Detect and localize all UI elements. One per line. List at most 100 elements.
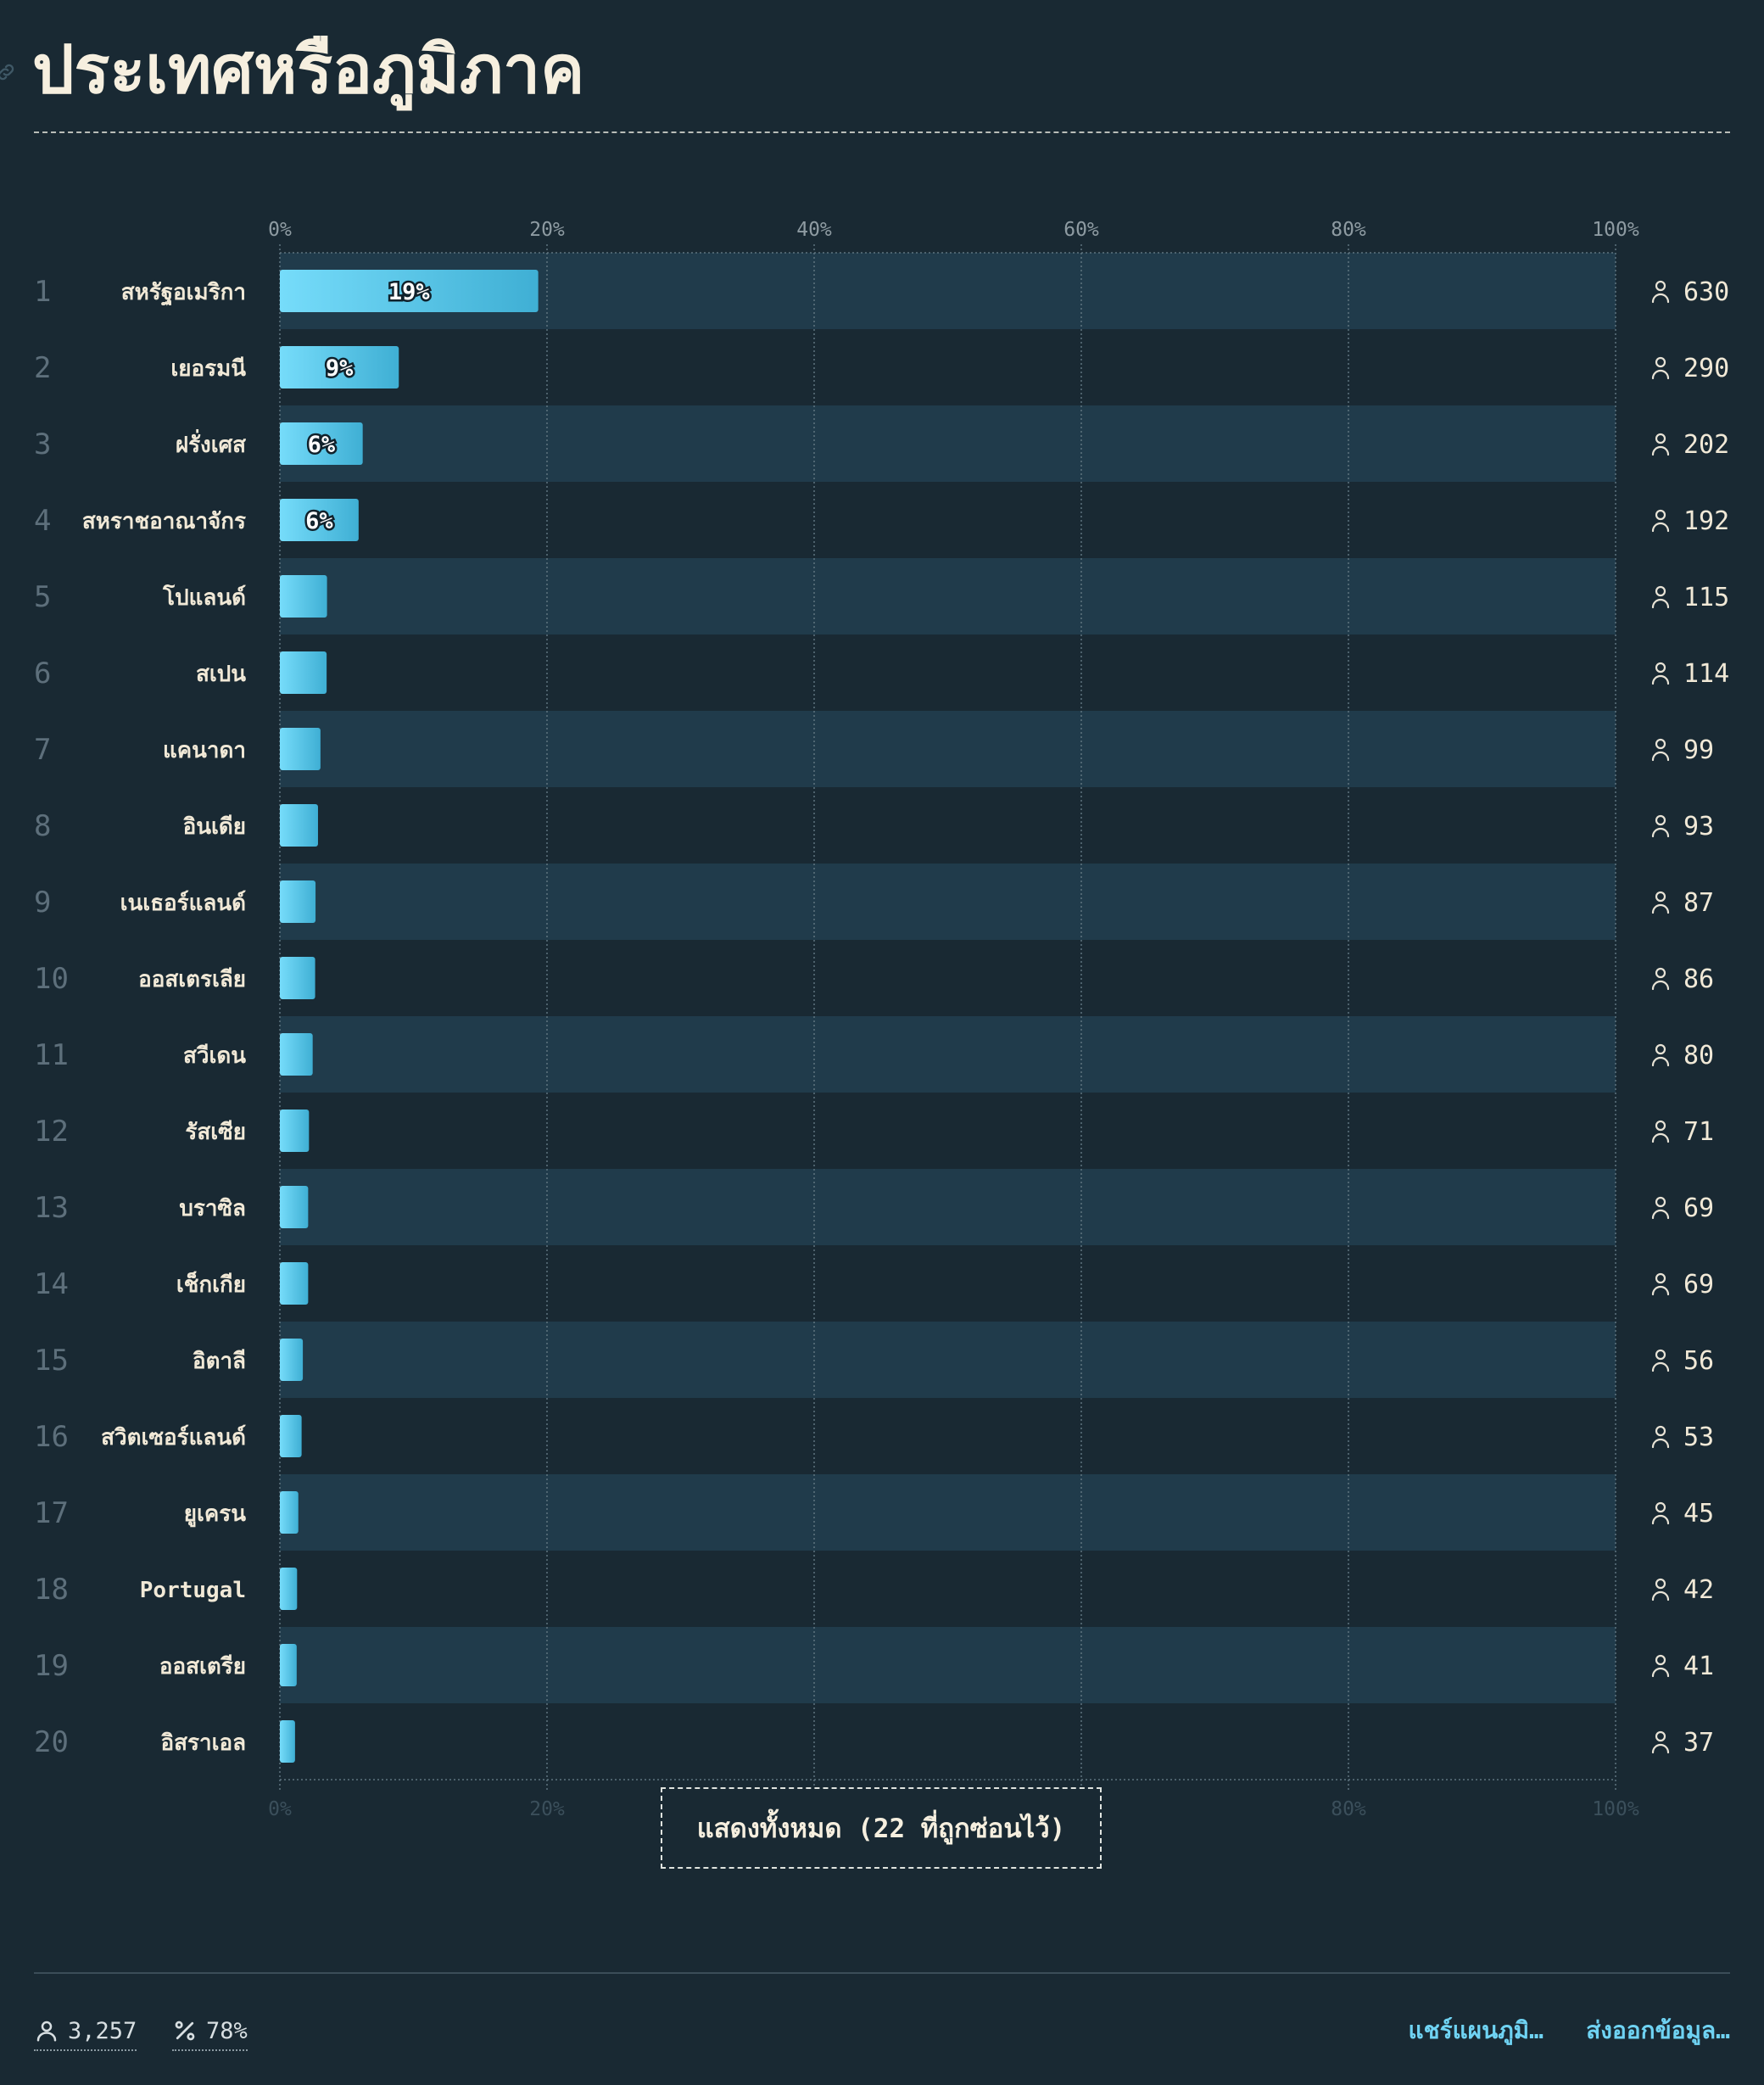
x-tick-label-top: 40% [796,219,832,241]
person-icon [1651,280,1670,304]
export-data-link[interactable]: ส่งออกข้อมูล… [1586,2012,1730,2049]
rank-label: 8 [34,809,51,843]
rank-label: 5 [34,580,51,614]
person-icon [36,2021,57,2042]
person-icon [1651,1425,1670,1449]
bar [280,957,315,999]
category-label: สวีเดน [183,1043,246,1069]
person-icon [1651,967,1670,991]
count-label: 45 [1683,1499,1714,1529]
count-label: 630 [1683,277,1729,307]
count-label: 41 [1683,1652,1714,1681]
count-label: 86 [1683,964,1714,994]
person-icon [1651,738,1670,762]
page: ประเทศหรือภูมิภาค 0% 20% 40% 60% 80% 100% 0% 2… [0,0,1764,2085]
chart-row: 12 รัสเซีย 71 [34,1110,1714,1152]
chart-row: 10 ออสเตรเลีย 86 [34,957,1714,999]
row-band [280,1322,1616,1398]
percent-value: 78% [206,2017,248,2044]
category-label: ฝรั่งเศส [176,428,246,458]
person-icon [1651,1272,1670,1296]
row-band [280,1016,1616,1093]
category-label: สเปน [196,662,246,687]
person-icon [1651,585,1670,609]
row-band [280,1627,1616,1703]
bar [280,880,316,923]
count-label: 37 [1683,1728,1714,1758]
person-icon [1651,433,1670,456]
rank-label: 4 [34,504,51,538]
rank-label: 16 [34,1420,69,1454]
rank-label: 9 [34,886,51,920]
total-people-stat[interactable]: 3,257 [34,2012,137,2051]
x-tick-label-bottom: 100% [1592,1798,1639,1820]
bar [280,1110,310,1152]
bar [280,1186,309,1228]
chart-row: 8 อินเดีย 93 [34,804,1714,847]
percent-stat[interactable]: 78% [172,2012,248,2051]
chart-row: 6 สเปน 114 [34,651,1729,694]
x-tick-label-bottom: 80% [1331,1798,1366,1820]
category-label: Portugal [140,1578,246,1603]
row-band [280,711,1616,787]
bar [280,1491,299,1534]
x-tick-label-top: 0% [268,219,292,241]
footer-divider [34,1972,1730,1974]
rank-label: 1 [34,275,51,309]
count-label: 99 [1683,735,1714,765]
person-icon [1651,891,1670,914]
category-label: บราซิล [179,1196,246,1221]
percent-icon [175,2021,195,2041]
row-band [280,558,1616,634]
person-icon [1651,1578,1670,1601]
person-icon [1651,1120,1670,1143]
category-label: เช็กเกีย [176,1271,246,1298]
category-label: อินเดีย [183,814,246,840]
person-icon [1651,1349,1670,1372]
count-label: 93 [1683,812,1714,841]
count-label: 56 [1683,1346,1714,1376]
share-chart-link[interactable]: แชร์แผนภูมิ… [1409,2012,1544,2049]
rank-label: 10 [34,962,69,996]
category-label: แคนาดา [163,738,246,763]
person-icon [1651,662,1670,685]
row-bands [280,253,1616,1703]
rank-label: 2 [34,351,51,385]
rank-label: 7 [34,733,51,767]
row-band [280,405,1616,482]
x-axis-top: 0% 20% 40% 60% 80% 100% [268,219,1639,241]
bar [280,575,327,618]
bar-percent-label: 6% [308,432,336,458]
x-tick-label-top: 60% [1063,219,1099,241]
count-label: 202 [1683,430,1729,460]
category-label: รัสเซีย [185,1120,246,1145]
category-label: โปแลนด์ [162,584,246,611]
category-label: สหราชอาณาจักร [82,509,246,534]
bar [280,1568,298,1610]
rank-label: 11 [34,1038,69,1072]
person-icon [1651,814,1670,838]
person-icon [1651,1043,1670,1067]
person-icon [1651,1730,1670,1754]
rank-label: 14 [34,1267,69,1301]
x-tick-label-top: 20% [529,219,565,241]
rank-label: 13 [34,1191,69,1225]
rank-label: 17 [34,1496,69,1530]
chart-row: 16 สวิตเซอร์แลนด์ 53 [34,1415,1714,1457]
country-bar-chart: 0%20%40%60%80%100% 0%20%40%60%80%100% 1ส… [34,219,1729,1820]
count-label: 69 [1683,1193,1714,1223]
category-label: ยูเครน [184,1501,246,1528]
rank-label: 18 [34,1573,69,1607]
category-label: ออสเตรีย [159,1654,246,1680]
bar-percent-label: 19% [388,279,431,305]
category-label: อิสราเอล [161,1730,246,1756]
bar [280,804,318,847]
rank-label: 12 [34,1115,69,1149]
person-icon [1651,356,1670,380]
count-label: 192 [1683,506,1729,536]
chart-row: 2 เยอรมนี 9% 290 [34,346,1729,388]
bar [280,1339,304,1381]
count-label: 290 [1683,354,1729,383]
bar [280,1033,313,1076]
show-all-button[interactable]: แสดงทั้งหมด (22 ที่ถูกซ่อนไว้) [661,1787,1102,1869]
